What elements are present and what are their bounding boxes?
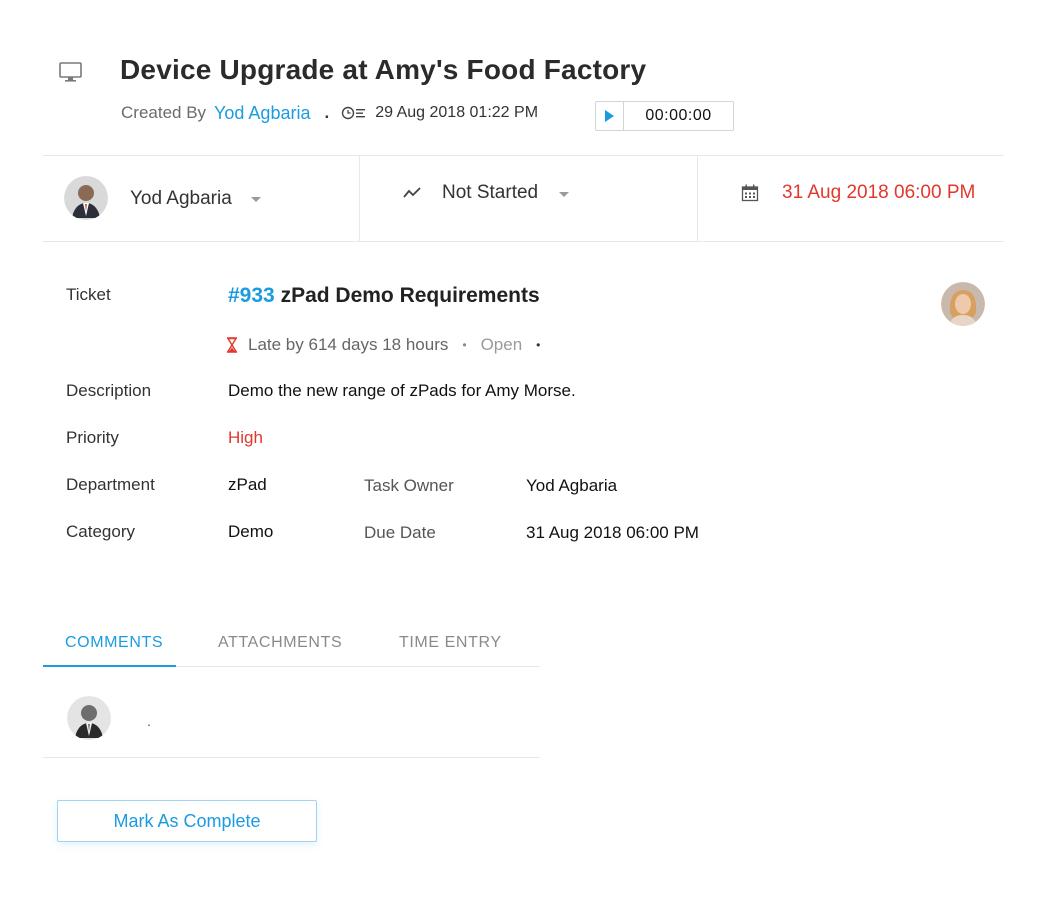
status-dropdown[interactable]: Not Started [442,182,538,204]
tab-attachments[interactable]: ATTACHMENTS [218,634,342,652]
active-tab-indicator [43,665,176,667]
task-title: Device Upgrade at Amy's Food Factory [120,54,647,85]
monitor-icon [57,60,85,84]
tab-time-entry[interactable]: TIME ENTRY [399,634,502,652]
due-date-label: Due Date [364,523,436,542]
ticket-number[interactable]: #933 [228,284,275,307]
due-date-value: 31 Aug 2018 06:00 PM [526,523,699,542]
ticket-subject[interactable]: zPad Demo Requirements [281,284,540,307]
caret-down-icon[interactable] [559,192,569,197]
header-divider [43,155,1004,156]
status-divider-1 [359,156,360,241]
comment-input[interactable]: . [147,713,151,729]
owner-dropdown[interactable]: Yod Agbaria [130,188,232,210]
description-value: Demo the new range of zPads for Amy Mors… [228,381,576,400]
play-icon [605,110,614,122]
tab-comments[interactable]: COMMENTS [65,634,163,652]
clock-list-icon [341,105,367,121]
status-divider-2 [697,156,698,241]
department-label: Department [66,475,155,494]
created-by-label: Created By [121,103,207,122]
late-indicator: Late by 614 days 18 hours [248,335,449,354]
due-date-picker[interactable]: 31 Aug 2018 06:00 PM [782,182,975,204]
trend-icon [403,185,423,201]
contact-avatar[interactable] [941,282,985,326]
caret-down-icon[interactable] [251,197,261,202]
calendar-icon [741,184,759,202]
description-label: Description [66,381,152,400]
ticket-status: Open [480,335,523,354]
ticket-sla-row: Late by 614 days 18 hours • Open • [226,335,540,355]
priority-label: Priority [66,428,119,447]
created-date: 29 Aug 2018 01:22 PM [375,104,539,121]
comment-divider [43,757,540,758]
task-owner-label: Task Owner [364,476,454,495]
department-value: zPad [228,475,267,494]
comment-avatar [67,696,111,740]
status-bar-divider [43,241,1004,242]
task-meta: Created By Yod Agbaria . 29 Aug 2018 01:… [121,102,538,124]
ticket-label: Ticket [66,285,111,304]
task-owner-value: Yod Agbaria [526,476,618,495]
creator-link[interactable]: Yod Agbaria [214,103,310,124]
owner-avatar[interactable] [64,176,108,220]
timer-play-button[interactable] [596,102,624,130]
mark-complete-button[interactable]: Mark As Complete [57,800,317,842]
timer-widget: 00:00:00 [595,101,734,131]
priority-value: High [228,428,263,447]
meta-separator: . [324,103,330,122]
category-value: Demo [228,522,274,541]
ticket-link[interactable]: #933 zPad Demo Requirements [228,284,540,308]
category-label: Category [66,522,135,541]
timer-display: 00:00:00 [645,107,712,124]
hourglass-icon [226,337,238,353]
